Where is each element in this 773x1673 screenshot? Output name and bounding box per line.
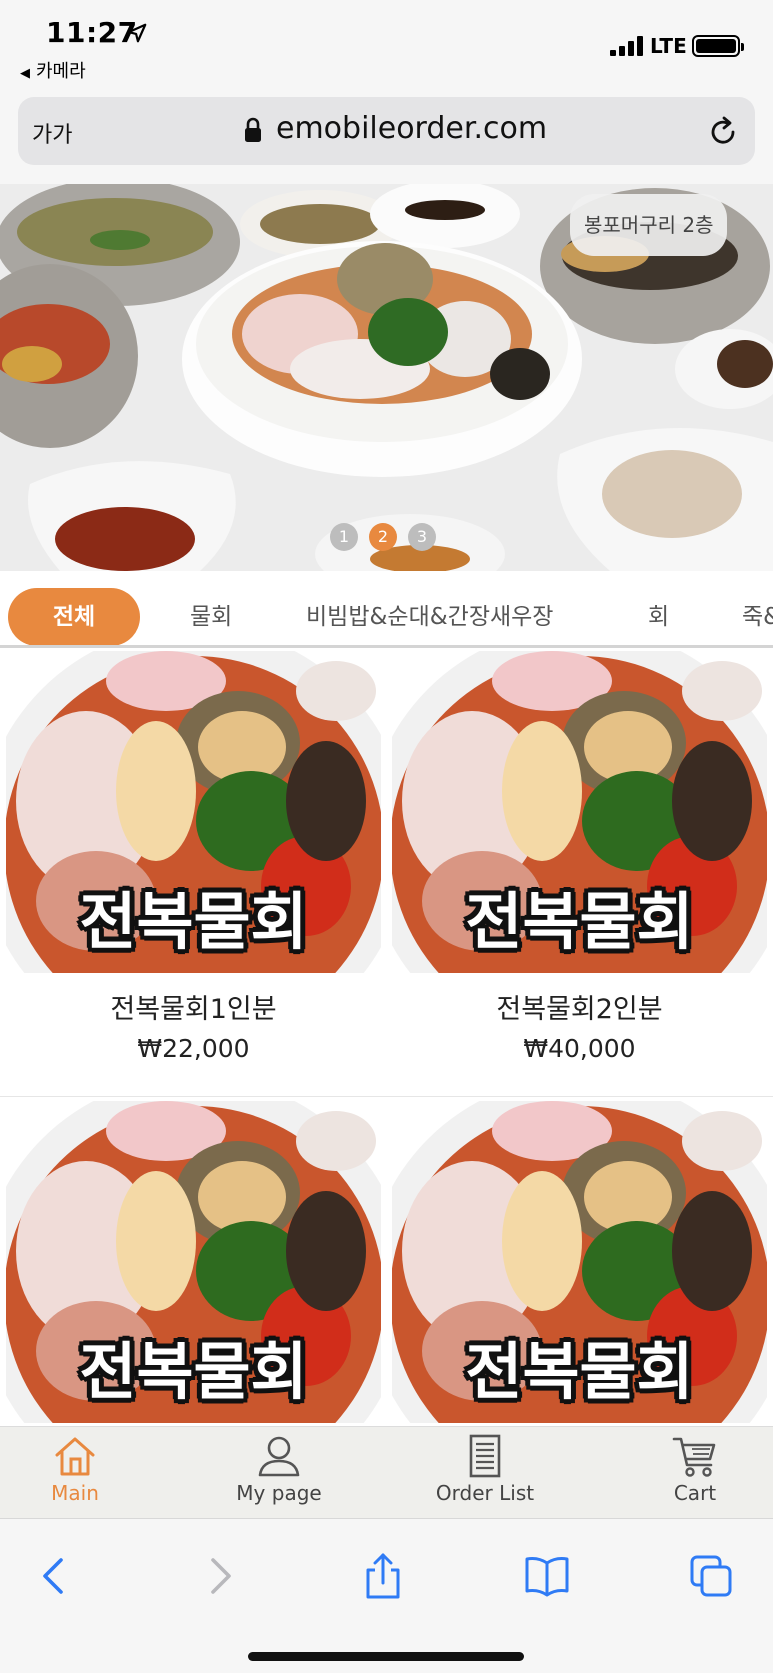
carousel-pagination: 123 [330, 523, 447, 551]
nav-my-page-label: My page [236, 1481, 322, 1505]
product-image-caption: 전복물회 [79, 1335, 308, 1408]
hero-banner[interactable]: 봉포머구리 2층 123 [0, 184, 773, 571]
nav-main[interactable]: Main [0, 1433, 150, 1519]
tab-juk[interactable]: 죽& [742, 588, 773, 645]
product-image-caption: 전복물회 [465, 1335, 694, 1408]
address-bar[interactable]: 가가 emobileorder.com [18, 97, 755, 165]
nav-my-page[interactable]: My page [204, 1433, 354, 1519]
url-text[interactable]: emobileorder.com [276, 111, 547, 146]
text-size-button[interactable]: 가가 [32, 117, 72, 149]
back-to-app-link[interactable]: ◀ 카메라 [20, 57, 86, 83]
product-card[interactable]: 전복물회 [392, 1101, 767, 1423]
product-name[interactable]: 전복물회2인분 [392, 987, 767, 1026]
nav-cart-label: Cart [673, 1481, 717, 1505]
user-icon [258, 1436, 300, 1477]
product-image-caption: 전복물회 [79, 885, 308, 958]
store-name-badge: 봉포머구리 2층 [570, 194, 728, 256]
nav-order-list[interactable]: Order List [410, 1433, 560, 1519]
carousel-dot-active[interactable]: 2 [369, 523, 397, 551]
product-image[interactable]: 전복물회 [392, 651, 767, 973]
tab-mulhoe[interactable]: 물회 [190, 588, 232, 645]
product-price: ₩22,000 [137, 1034, 250, 1063]
nav-cart[interactable]: Cart [620, 1433, 770, 1519]
nav-main-label: Main [51, 1481, 99, 1505]
location-arrow-icon [127, 23, 147, 43]
lock-icon [245, 117, 261, 142]
home-indicator[interactable] [248, 1652, 524, 1661]
tab-all[interactable]: 전체 [8, 588, 140, 645]
back-app-label: 카메라 [36, 61, 86, 82]
share-icon[interactable] [360, 1553, 406, 1599]
category-tabs: 전체 물회 비빔밥&순대&간장새우장 회 죽& [0, 580, 773, 648]
status-bar: 11:27 ◀ 카메라 LTE [0, 0, 773, 92]
product-price: ₩40,000 [523, 1034, 636, 1063]
tab-hoe[interactable]: 회 [648, 588, 669, 645]
reload-icon[interactable] [706, 115, 740, 149]
product-image[interactable]: 전복물회 [392, 1101, 767, 1423]
row-divider [0, 1096, 773, 1097]
bookmarks-icon[interactable] [524, 1553, 570, 1599]
product-card[interactable]: 전복물회 [6, 1101, 381, 1423]
app-bottom-nav: Main My page Order List Cart [0, 1426, 773, 1518]
home-icon [55, 1437, 95, 1476]
back-triangle-icon: ◀ [20, 66, 30, 81]
product-card[interactable]: 전복물회 전복물회2인분 ₩40,000 [392, 651, 767, 1063]
network-type: LTE [650, 34, 687, 58]
status-time: 11:27 [46, 16, 138, 49]
back-icon[interactable] [32, 1553, 78, 1599]
browser-address-area: 가가 emobileorder.com [0, 92, 773, 184]
carousel-dot[interactable]: 3 [408, 523, 436, 551]
product-image-caption: 전복물회 [465, 885, 694, 958]
cellular-signal-icon [610, 36, 644, 56]
nav-order-list-label: Order List [435, 1481, 535, 1505]
tabs-icon[interactable] [688, 1553, 734, 1599]
forward-icon[interactable] [196, 1553, 242, 1599]
battery-icon [692, 35, 744, 57]
cart-icon [672, 1437, 716, 1477]
product-card[interactable]: 전복물회 전복물회1인분 ₩22,000 [6, 651, 381, 1063]
product-grid: 전복물회 전복물회1인분 ₩22,000 전복물회 전복물회2인분 ₩40,00… [0, 651, 773, 1426]
product-name[interactable]: 전복물회1인분 [6, 987, 381, 1026]
product-image[interactable]: 전복물회 [6, 1101, 381, 1423]
tab-bibimbap[interactable]: 비빔밥&순대&간장새우장 [306, 588, 553, 645]
carousel-dot[interactable]: 1 [330, 523, 358, 551]
safari-toolbar [0, 1518, 773, 1673]
list-icon [469, 1434, 501, 1478]
product-image[interactable]: 전복물회 [6, 651, 381, 973]
